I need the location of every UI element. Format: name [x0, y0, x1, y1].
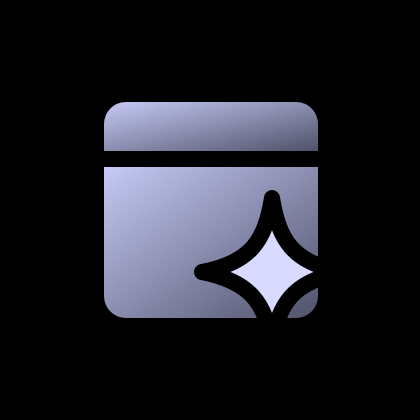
icon-canvas	[0, 0, 420, 420]
window-sparkle-icon	[104, 102, 350, 352]
window-title-bar	[104, 102, 318, 151]
